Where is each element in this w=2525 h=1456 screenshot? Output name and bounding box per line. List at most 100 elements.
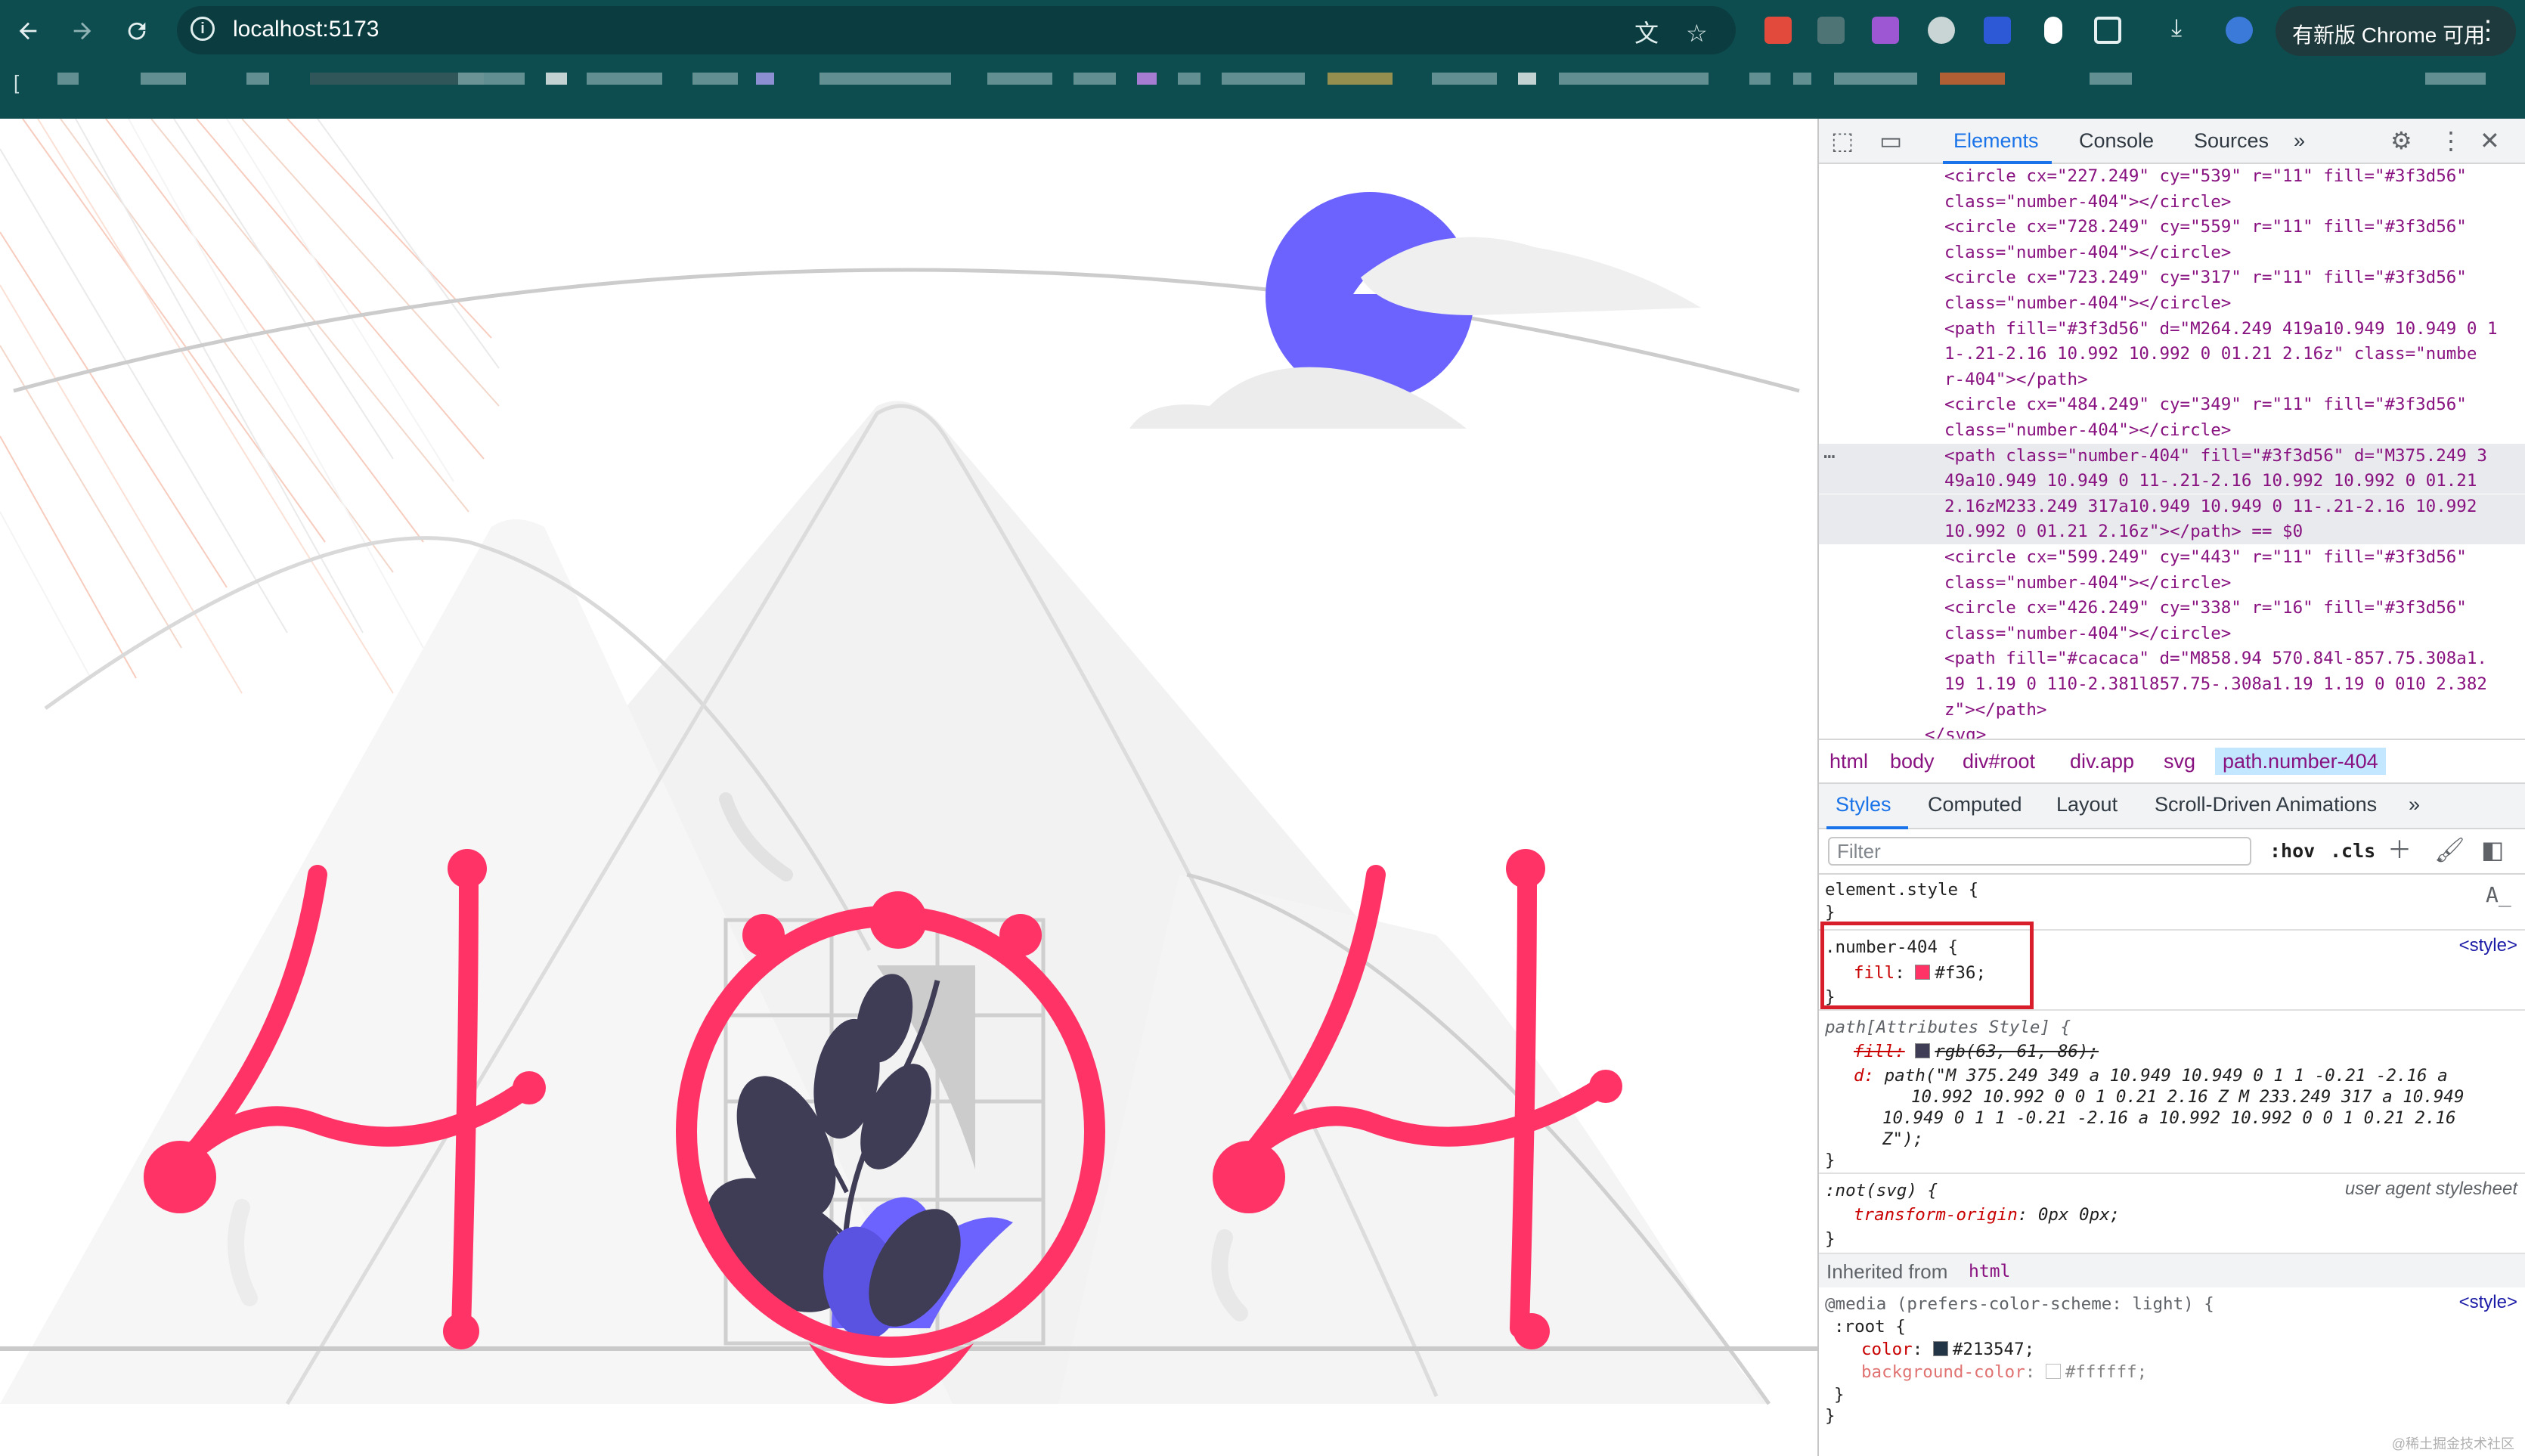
inherited-tag[interactable]: html [1969,1262,2010,1281]
bookmark-item[interactable] [1328,73,1393,85]
dom-line[interactable]: <circle cx="426.249" cy="338" r="16" fil… [1819,596,2525,621]
more-tabs-icon[interactable]: » [2294,129,2305,153]
dom-line[interactable]: class="number-404"></circle> [1819,571,2525,596]
crumb-path-selected[interactable]: path.number-404 [2215,748,2386,775]
bookmark-item[interactable] [1178,73,1201,85]
bookmark-item[interactable] [987,73,1052,85]
extensions-puzzle-icon[interactable] [2094,17,2121,44]
dom-line[interactable]: <path fill="#3f3d56" d="M264.249 419a10.… [1819,317,2525,342]
subtab-computed[interactable]: Computed [1928,793,2022,816]
bookmark-item[interactable] [1074,73,1116,85]
site-info-icon[interactable]: i [191,17,215,41]
bookmark-item[interactable] [458,73,525,85]
dom-line[interactable]: <circle cx="484.249" cy="349" r="11" fil… [1819,392,2525,417]
background-color-declaration[interactable]: background-color: #ffffff; [1861,1360,2147,1384]
dom-line[interactable]: class="number-404"></circle> [1819,621,2525,646]
bookmark-item[interactable] [2425,73,2486,85]
dom-line[interactable]: r-404"></path> [1819,367,2525,392]
dom-line[interactable]: class="number-404"></circle> [1819,418,2525,443]
chrome-update-button[interactable]: 有新版 Chrome 可用 ⋮ [2276,6,2516,56]
bookmark-star-icon[interactable]: ☆ [1686,21,1708,45]
color-swatch[interactable] [2045,1364,2061,1379]
crumb-root[interactable]: div#root [1955,748,2043,775]
settings-gear-icon[interactable]: ⚙ [2390,128,2412,153]
bookmark-item[interactable] [1793,73,1811,85]
bookmark-item[interactable] [1559,73,1709,85]
paint-brush-icon[interactable]: 🖌 [2434,837,2465,863]
dom-line[interactable]: class="number-404"></circle> [1819,291,2525,316]
crumb-svg[interactable]: svg [2156,748,2203,775]
subtab-styles[interactable]: Styles [1836,793,1891,816]
bookmark-item[interactable] [1432,73,1497,85]
dom-line[interactable]: <path fill="#cacaca" d="M858.94 570.84l-… [1819,646,2525,671]
devtools-menu-icon[interactable]: ⋮ [2439,128,2463,153]
rule-source-link[interactable]: <style> [2459,1292,2517,1313]
dom-node-ellipsis-icon[interactable]: … [1823,441,1836,463]
subtab-layout[interactable]: Layout [2056,793,2118,816]
bookmark-item[interactable] [246,73,269,85]
device-toolbar-icon[interactable]: ▭ [1879,128,1902,153]
color-swatch[interactable] [1932,1341,1948,1356]
color-picker-extension-icon[interactable] [1872,17,1899,44]
bookmark-item[interactable] [2090,73,2132,85]
new-rule-plus-icon[interactable]: ＋ [2387,837,2412,863]
dom-line-selected[interactable]: 10.992 0 01.21 2.16z"></path> == $0 [1819,519,2525,545]
tab-elements[interactable]: Elements [1953,129,2039,153]
dom-line-selected[interactable]: 2.16zM233.249 317a10.949 10.949 0 11-.21… [1819,494,2525,519]
bookmark-item[interactable] [1137,73,1157,85]
forward-button[interactable] [65,14,100,48]
bookmark-item[interactable] [1749,73,1771,85]
font-editor-icon[interactable]: A̲ [2486,882,2511,908]
bookmark-item[interactable] [819,73,951,85]
color-swatch[interactable] [1915,1043,1931,1058]
chrome-menu-icon[interactable]: ⋮ [2475,15,2501,45]
dom-line[interactable]: z"></path> [1819,698,2525,723]
bookmark-item[interactable] [756,73,774,85]
inspect-element-icon[interactable]: ⬚ [1831,128,1854,153]
tab-sources[interactable]: Sources [2194,129,2269,153]
close-devtools-icon[interactable]: ✕ [2480,128,2500,153]
dom-line[interactable]: <circle cx="728.249" cy="559" r="11" fil… [1819,215,2525,240]
rule-source-link[interactable]: <style> [2459,935,2517,956]
bookmark-item[interactable] [1222,73,1305,85]
dom-line[interactable]: <circle cx="227.249" cy="539" r="11" fil… [1819,164,2525,189]
bookmark-item[interactable] [141,73,186,85]
translate-icon[interactable]: ⽂ [1634,21,1659,45]
extension-move-icon[interactable] [1817,17,1845,44]
dom-line-selected[interactable]: <path class="number-404" fill="#3f3d56" … [1819,443,2525,469]
profile-avatar[interactable] [2226,17,2253,44]
translator-extension-icon[interactable] [1984,17,2011,44]
reload-button[interactable] [119,14,154,48]
address-bar[interactable]: i localhost:5173 ⽂ ☆ [177,6,1736,54]
toggle-sidebar-icon[interactable]: ◧ [2481,837,2504,863]
dom-line[interactable]: 19 1.19 0 110-2.381l857.75-.308a1.19 1.1… [1819,672,2525,697]
bookmark-item[interactable] [1518,73,1536,85]
dom-line-selected[interactable]: 49a10.949 10.949 0 11-.21-2.16 10.992 10… [1819,469,2525,494]
gear-extension-icon[interactable] [1928,17,1955,44]
bookmark-item[interactable] [587,73,662,85]
hover-state-toggle[interactable]: :hov [2269,840,2315,862]
tab-console[interactable]: Console [2079,129,2154,153]
gmail-extension-icon[interactable] [1764,17,1792,44]
bookmark-item[interactable] [546,73,567,85]
dom-line[interactable]: <circle cx="599.249" cy="443" r="11" fil… [1819,545,2525,570]
dom-line[interactable]: <circle cx="723.249" cy="317" r="11" fil… [1819,265,2525,290]
bookmark-item[interactable] [1834,73,1917,85]
bookmark-item[interactable] [1940,73,2005,85]
bookmark-item[interactable] [692,73,738,85]
styles-filter-input[interactable]: Filter [1828,837,2251,866]
subtab-scroll-driven-animations[interactable]: Scroll-Driven Animations [2155,793,2377,816]
crumb-body[interactable]: body [1882,748,1942,775]
overridden-fill-declaration[interactable]: fill: rgb(63, 61, 86); [1854,1039,2099,1064]
class-toggle[interactable]: .cls [2330,840,2375,862]
more-subtabs-icon[interactable]: » [2409,793,2420,816]
download-icon[interactable]: ⤓ [2171,15,2182,39]
crumb-app[interactable]: div.app [2062,748,2142,775]
bookmark-item[interactable] [57,73,79,85]
dom-line[interactable]: 1-.21-2.16 10.992 10.992 0 01.21 2.16z" … [1819,342,2525,367]
back-button[interactable] [11,14,45,48]
mouse-extension-icon[interactable] [2044,17,2062,44]
crumb-html[interactable]: html [1822,748,1876,775]
dom-line[interactable]: class="number-404"></circle> [1819,190,2525,215]
dom-line[interactable]: class="number-404"></circle> [1819,240,2525,265]
